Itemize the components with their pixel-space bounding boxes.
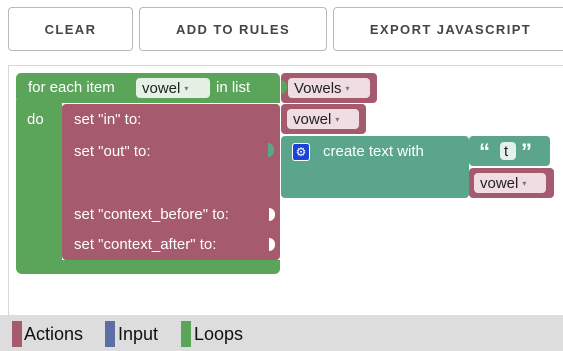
create-text-label: create text with — [323, 143, 424, 160]
legend-actions-label[interactable]: Actions — [24, 324, 83, 345]
text-value-field[interactable]: t — [500, 142, 516, 160]
export-javascript-button[interactable]: EXPORT JAVASCRIPT — [333, 7, 563, 51]
for-each-variable-value: vowel — [142, 79, 181, 97]
dropdown-arrow-icon: ▾ — [522, 178, 527, 188]
set-in-label[interactable]: set "in" to: — [74, 111, 141, 128]
text-value: t — [504, 142, 509, 160]
text-literal-block[interactable]: “ t ” — [469, 136, 550, 166]
dropdown-arrow-icon: ▾ — [335, 114, 340, 124]
set-context-before-label[interactable]: set "context_before" to: — [74, 206, 229, 223]
set-in-variable-dropdown[interactable]: vowel ▾ — [287, 109, 359, 129]
add-to-rules-button[interactable]: ADD TO RULES — [139, 7, 327, 51]
create-text-variable-dropdown[interactable]: vowel ▾ — [474, 173, 546, 193]
actions-swatch — [12, 321, 22, 347]
create-text-variable-value: vowel — [480, 174, 519, 192]
legend-loops-label[interactable]: Loops — [194, 324, 243, 345]
dropdown-arrow-icon: ▾ — [345, 83, 350, 93]
for-each-variable-dropdown[interactable]: vowel ▾ — [136, 78, 210, 98]
set-in-variable-block[interactable]: vowel ▾ — [281, 104, 366, 134]
category-legend: Actions Input Loops — [0, 315, 563, 351]
set-context-after-label[interactable]: set "context_after" to: — [74, 236, 216, 253]
for-each-prefix-label: for each item — [28, 79, 115, 96]
clear-button[interactable]: CLEAR — [8, 7, 133, 51]
toolbar: CLEAR ADD TO RULES EXPORT JAVASCRIPT — [0, 0, 563, 60]
set-in-variable-value: vowel — [293, 110, 332, 128]
do-label: do — [27, 111, 44, 128]
dropdown-arrow-icon: ▾ — [184, 83, 189, 93]
input-swatch — [105, 321, 115, 347]
loops-swatch — [181, 321, 191, 347]
close-quote-icon: ” — [521, 139, 532, 164]
for-each-footer[interactable] — [16, 260, 280, 274]
legend-input-label[interactable]: Input — [118, 324, 158, 345]
vowels-list-block[interactable]: Vowels ▾ — [281, 73, 377, 103]
in-list-label: in list — [216, 79, 251, 96]
vowels-dropdown[interactable]: Vowels ▾ — [288, 78, 370, 98]
gear-icon[interactable]: ⚙ — [292, 143, 310, 161]
set-out-label[interactable]: set "out" to: — [74, 143, 151, 160]
vowels-value: Vowels — [294, 79, 342, 97]
open-quote-icon: “ — [479, 139, 490, 164]
create-text-variable-block[interactable]: vowel ▾ — [469, 168, 554, 198]
